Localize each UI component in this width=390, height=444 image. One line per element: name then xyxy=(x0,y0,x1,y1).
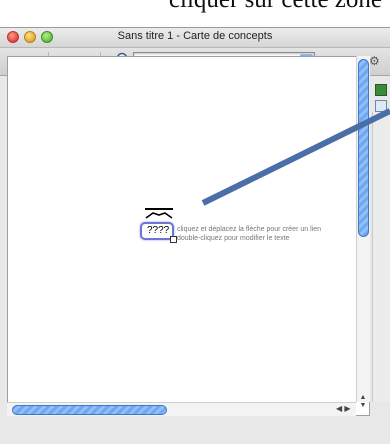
concept-label[interactable]: ???? xyxy=(147,225,169,236)
hint-line-2: double-cliquez pour modifier le texte xyxy=(177,235,290,242)
vertical-scroll-thumb[interactable] xyxy=(358,59,369,237)
concept-hint: cliquez et déplacez la flèche pour créer… xyxy=(177,225,321,243)
panel-image-icon[interactable] xyxy=(375,100,387,112)
hint-line-1: cliquez et déplacez la flèche pour créer… xyxy=(177,226,321,233)
title-bar[interactable]: Sans titre 1 - Carte de concepts xyxy=(0,28,390,48)
side-panel xyxy=(372,112,390,402)
concept-node[interactable]: ???? xyxy=(140,222,174,240)
panel-green-icon[interactable] xyxy=(375,84,387,96)
concept-resize-handle[interactable] xyxy=(170,236,177,243)
horizontal-scrollbar[interactable] xyxy=(7,402,356,416)
vertical-scroll-arrows[interactable]: ▲ ▼ xyxy=(356,394,370,410)
background-instruction-text: cliquer sur cette zone xyxy=(0,0,390,14)
horizontal-scroll-thumb[interactable] xyxy=(12,405,167,415)
window-title: Sans titre 1 - Carte de concepts xyxy=(117,30,273,42)
tools-icon[interactable]: ⚙ xyxy=(369,54,380,68)
horizontal-scroll-arrows[interactable]: ◀ ▶ xyxy=(336,404,351,413)
link-arrow-handle[interactable] xyxy=(145,208,173,220)
vertical-scrollbar[interactable] xyxy=(356,56,370,402)
